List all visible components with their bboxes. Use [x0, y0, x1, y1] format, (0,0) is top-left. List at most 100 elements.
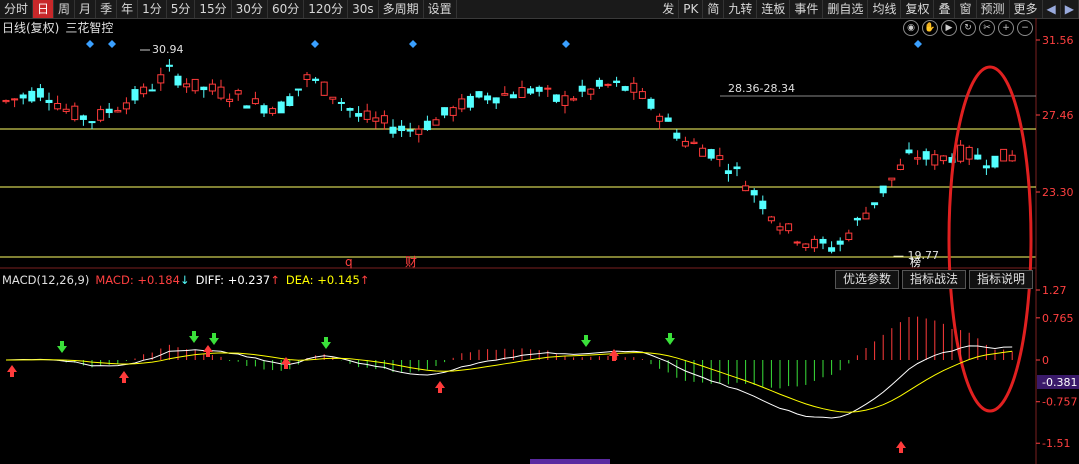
macd-title[interactable]: MACD(12,26,9)	[2, 273, 89, 287]
tool-button-7[interactable]: 均线	[868, 0, 902, 18]
dea-value: +0.145	[317, 273, 360, 287]
candle-body	[810, 238, 818, 249]
tool-button-0[interactable]: 发	[658, 0, 680, 18]
candle-body	[673, 132, 681, 139]
candle-body	[681, 140, 689, 147]
candle-body	[776, 226, 784, 231]
tab-period-8[interactable]: 15分	[195, 0, 232, 18]
stock-name[interactable]: 三花智控	[65, 19, 113, 37]
tool-button-1[interactable]: PK	[679, 0, 704, 18]
optimize-params-button[interactable]: 优选参数	[834, 270, 899, 289]
zoom-out-icon[interactable]: −	[1017, 20, 1033, 36]
sell-arrow-2	[209, 333, 219, 345]
candle-body	[62, 108, 70, 112]
tool-button-10[interactable]: 窗	[955, 0, 977, 18]
candle-body	[183, 83, 191, 88]
candle-body	[148, 89, 156, 92]
tab-period-12[interactable]: 30s	[348, 0, 379, 18]
tab-period-7[interactable]: 5分	[167, 0, 196, 18]
max-price-label: 30.94	[152, 43, 184, 56]
candle-body	[475, 91, 483, 98]
tool-button-8[interactable]: 复权	[901, 0, 935, 18]
candle-body	[54, 103, 62, 110]
candle-body	[234, 90, 242, 95]
candle-body	[828, 247, 836, 252]
tab-period-10[interactable]: 60分	[268, 0, 305, 18]
tool-button-11[interactable]: 预测	[977, 0, 1010, 18]
dea-arrow: ↑	[359, 273, 370, 287]
sell-arrow-4	[581, 335, 591, 347]
tab-period-2[interactable]: 周	[54, 0, 76, 18]
zoom-in-icon[interactable]: +	[998, 20, 1014, 36]
macd-legend: MACD(12,26,9) MACD: +0.184↓ DIFF: +0.237…	[2, 273, 369, 287]
candle-body	[36, 88, 44, 98]
dea-line	[5, 350, 1013, 413]
candle-body	[337, 101, 345, 104]
tab-period-4[interactable]: 季	[96, 0, 118, 18]
tool-button-5[interactable]: 事件	[790, 0, 824, 18]
macd-axis-label-0: 1.27	[1042, 284, 1067, 297]
tab-period-11[interactable]: 120分	[304, 0, 349, 18]
scissors-icon[interactable]: ✂	[979, 20, 995, 36]
arrow-left-icon[interactable]: ◀	[1043, 0, 1061, 18]
candle-body	[767, 216, 775, 222]
range-label: 28.36-28.34	[728, 82, 795, 95]
tool-button-9[interactable]: 叠	[934, 0, 956, 18]
candle-body	[312, 78, 320, 81]
candle-body	[991, 155, 999, 168]
play-icon[interactable]: ▶	[941, 20, 957, 36]
diff-label: DIFF:	[195, 273, 225, 287]
candle-body	[836, 240, 844, 245]
tab-period-1[interactable]: 日	[33, 0, 55, 18]
candle-body	[45, 99, 53, 103]
eye-icon[interactable]: ◉	[903, 20, 919, 36]
candle-body	[819, 238, 827, 244]
tab-period-5[interactable]: 年	[117, 0, 139, 18]
candle-body	[346, 108, 354, 111]
arrow-right-icon[interactable]: ▶	[1061, 0, 1079, 18]
candle-body	[449, 107, 457, 116]
buy-arrow-6	[896, 441, 906, 453]
candle-body	[638, 91, 646, 99]
candle-body	[759, 200, 767, 210]
macd-axis-label-1: 0.765	[1042, 312, 1074, 325]
buy-arrow-2	[203, 345, 213, 357]
buy-arrow-4	[435, 381, 445, 393]
hand-icon[interactable]: ✋	[922, 20, 938, 36]
candle-body	[131, 89, 139, 101]
candle-body	[380, 115, 388, 124]
tool-button-2[interactable]: 简	[703, 0, 725, 18]
toolbar-right: 发 PK 简九转 连板 事件 删自选 均线 复权叠窗预测 更多 ◀ ▶	[658, 0, 1079, 18]
candle-body	[871, 202, 879, 206]
tab-period-3[interactable]: 月	[75, 0, 97, 18]
tab-period-6[interactable]: 1分	[138, 0, 167, 18]
candle-body	[363, 110, 371, 120]
period-toolbar: 分时日周月季年 1分 5分 15分 30分 60分 120分 30s 多周期 设置 发 PK 简九转连…	[0, 0, 1079, 19]
sell-arrow-0	[57, 341, 67, 353]
refresh-icon[interactable]: ↻	[960, 20, 976, 36]
macd-arrow: ↓	[179, 273, 190, 287]
candle-body	[931, 154, 939, 166]
candle-body	[28, 90, 36, 102]
indicator-help-button[interactable]: 指标说明	[968, 270, 1033, 289]
indicator-strategy-button[interactable]: 指标战法	[901, 270, 966, 289]
macd-axis-label-4: -1.51	[1042, 437, 1070, 450]
candle-body	[552, 94, 560, 102]
candle-body	[896, 164, 904, 171]
candle-body	[793, 241, 801, 244]
price-axis-label-0: 31.56	[1042, 34, 1074, 47]
tool-button-3[interactable]: 九转	[724, 0, 758, 18]
tab-period-14[interactable]: 设置	[424, 0, 457, 18]
tool-button-12[interactable]: 更多	[1010, 0, 1043, 18]
tab-period-9[interactable]: 30分	[232, 0, 268, 18]
dea-label: DEA:	[285, 273, 314, 287]
tab-period-13[interactable]: 多周期	[379, 0, 424, 18]
tab-period-0[interactable]: 分时	[0, 0, 34, 18]
candle-body	[277, 101, 285, 114]
candle-body	[604, 83, 612, 86]
candle-body	[88, 121, 96, 124]
tool-button-6[interactable]: 删自选	[823, 0, 869, 18]
candle-body	[750, 190, 758, 196]
tool-button-4[interactable]: 连板	[757, 0, 791, 18]
candle-body	[957, 144, 965, 162]
